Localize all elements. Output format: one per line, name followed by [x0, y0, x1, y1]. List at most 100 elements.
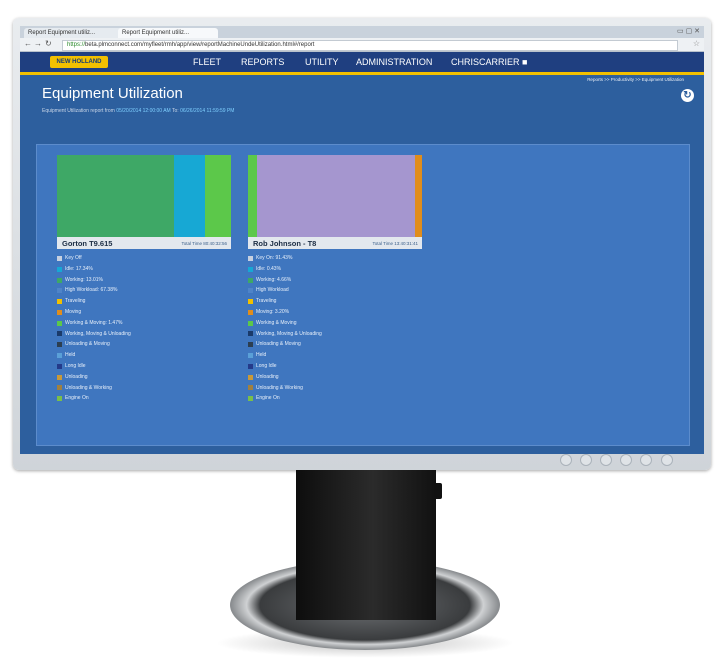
legend-item: Idle: 0.43%	[248, 264, 422, 275]
to-label: To:	[172, 108, 179, 114]
legend-swatch-icon	[57, 374, 62, 380]
machine-card-header: Gorton T9.615 Total Time 80:40:32:56	[57, 237, 231, 249]
legend-item: Engine On	[248, 393, 422, 404]
legend-swatch-icon	[57, 385, 62, 391]
reload-icon[interactable]: ↻	[45, 39, 52, 48]
legend-swatch-icon	[57, 266, 62, 272]
nav-utility[interactable]: UTILITY	[305, 57, 339, 67]
legend-item: Long Idle	[57, 361, 231, 372]
breadcrumb[interactable]: Reports >> Productivity >> Equipment Uti…	[587, 77, 684, 82]
monitor-button-icon[interactable]	[600, 454, 612, 466]
monitor-button-icon[interactable]	[620, 454, 632, 466]
report-range: Equipment Utilization report from 05/20/…	[42, 108, 234, 114]
legend-item: Key On: 91.43%	[248, 253, 422, 264]
legend-label: Long Idle	[65, 362, 86, 369]
monitor-button-icon[interactable]	[640, 454, 652, 466]
browser-tab-bar: Report Equipment utiliz... Report Equipm…	[20, 26, 704, 38]
legend-label: Moving: 3.20%	[256, 308, 290, 315]
machine-name: Gorton T9.615	[62, 239, 113, 248]
monitor-screen: Report Equipment utiliz... Report Equipm…	[20, 26, 704, 454]
legend-item: Key Off	[57, 253, 231, 264]
legend-item: High Workload	[248, 285, 422, 296]
legend-swatch-icon	[57, 363, 62, 369]
browser-tab-active[interactable]: Report Equipment utiliz...	[118, 28, 218, 38]
date-from: 05/20/2014 12:00:00 AM	[116, 108, 171, 114]
monitor-button-icon[interactable]	[580, 454, 592, 466]
nav-user-menu[interactable]: CHRISCARRIER ■	[451, 57, 527, 67]
legend-label: Engine On	[65, 395, 89, 402]
legend-item: Working, Moving & Unloading	[57, 329, 231, 340]
utilization-legend: Key On: 91.43% Idle: 0.43% Working: 4.66% H…	[248, 253, 422, 404]
legend-label: Traveling	[65, 298, 86, 305]
utilization-treemap[interactable]	[248, 155, 422, 237]
utilization-treemap[interactable]	[57, 155, 231, 237]
legend-label: Traveling	[256, 298, 277, 305]
monitor-button-icon[interactable]	[560, 454, 572, 466]
legend-swatch-icon	[248, 396, 253, 402]
browser-tab[interactable]: Report Equipment utiliz...	[24, 28, 124, 38]
legend-swatch-icon	[248, 309, 253, 315]
legend-label: Working, Moving & Unloading	[256, 330, 322, 337]
legend-swatch-icon	[248, 342, 253, 348]
url-field[interactable]: https://beta.plmconnect.com/myfleet/rmh/…	[62, 40, 678, 51]
treemap-segment[interactable]	[205, 155, 231, 237]
nav-reports[interactable]: REPORTS	[241, 57, 284, 67]
treemap-segment[interactable]	[415, 155, 422, 237]
top-navigation: NEW HOLLAND FLEET REPORTS UTILITY ADMINI…	[20, 52, 704, 75]
legend-label: Unloading & Moving	[65, 341, 110, 348]
user-name: CHRISCARRIER	[451, 57, 520, 67]
monitor-stand-neck-lower	[296, 570, 436, 620]
refresh-icon[interactable]: ↻	[681, 89, 694, 102]
report-range-label: Equipment Utilization report from	[42, 108, 115, 114]
legend-label: Unloading & Working	[65, 384, 112, 391]
legend-item: Engine On	[57, 393, 231, 404]
legend-item: High Workload: 67.38%	[57, 285, 231, 296]
legend-swatch-icon	[248, 374, 253, 380]
legend-swatch-icon	[57, 342, 62, 348]
treemap-segment[interactable]	[174, 155, 205, 237]
legend-label: High Workload: 67.38%	[65, 287, 118, 294]
treemap-segment[interactable]	[57, 155, 174, 237]
forward-arrow-icon[interactable]: →	[34, 39, 42, 48]
legend-item: Working: 13.01%	[57, 275, 231, 286]
legend-label: Idle: 0.43%	[256, 265, 282, 272]
legend-swatch-icon	[248, 266, 253, 272]
nav-fleet[interactable]: FLEET	[193, 57, 221, 67]
bookmark-star-icon[interactable]: ☆	[693, 39, 700, 48]
legend-label: Working: 13.01%	[65, 276, 103, 283]
legend-label: Working & Moving	[256, 319, 297, 326]
legend-label: Key On: 91.43%	[256, 255, 293, 261]
legend-item: Unloading & Moving	[57, 339, 231, 350]
legend-label: Long Idle	[256, 362, 277, 369]
legend-label: Working, Moving & Unloading	[65, 330, 131, 337]
legend-label: Held	[256, 352, 267, 359]
legend-label: Unloading & Working	[256, 384, 303, 391]
legend-item: Unloading & Working	[248, 383, 422, 394]
legend-item: Working: 4.66%	[248, 275, 422, 286]
brand-logo[interactable]: NEW HOLLAND	[50, 56, 108, 68]
url-text: beta.plmconnect.com/myfleet/rmh/app/view…	[85, 42, 315, 48]
power-button-icon[interactable]	[661, 454, 673, 466]
nav-administration[interactable]: ADMINISTRATION	[356, 57, 432, 67]
legend-item: Unloading & Moving	[248, 339, 422, 350]
legend-swatch-icon	[248, 385, 253, 391]
legend-swatch-icon	[248, 288, 253, 294]
utilization-legend: Key Off Idle: 17.34% Working: 13.01% High W…	[57, 253, 231, 404]
legend-swatch-icon	[57, 288, 62, 294]
legend-swatch-icon	[57, 309, 62, 315]
legend-swatch-icon	[248, 255, 253, 261]
legend-label: Unloading & Moving	[256, 341, 301, 348]
legend-swatch-icon	[57, 255, 62, 261]
legend-label: Working & Moving: 1.47%	[65, 319, 123, 326]
legend-item: Held	[248, 350, 422, 361]
report-panel: Gorton T9.615 Total Time 80:40:32:56 Key…	[36, 144, 690, 446]
window-controls[interactable]: ▭ ▢ ✕	[677, 27, 700, 35]
legend-swatch-icon	[248, 331, 253, 337]
back-arrow-icon[interactable]: ←	[24, 39, 32, 48]
legend-item: Working & Moving	[248, 318, 422, 329]
treemap-segment[interactable]	[248, 155, 257, 237]
legend-swatch-icon	[248, 277, 253, 283]
legend-label: Key Off	[65, 255, 82, 261]
url-secure-prefix: https://	[67, 42, 86, 48]
treemap-segment[interactable]	[257, 155, 415, 237]
